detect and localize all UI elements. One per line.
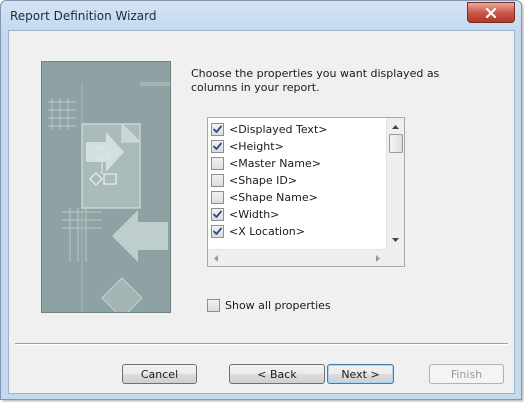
checkmark-icon — [213, 142, 222, 150]
property-label: <X Location> — [229, 225, 305, 238]
wizard-illustration — [41, 61, 171, 313]
property-label: <Displayed Text> — [229, 123, 328, 136]
wizard-client-area: Choose the properties you want displayed… — [8, 30, 515, 394]
property-list-item[interactable]: <X Location> — [208, 223, 384, 240]
instruction-text: Choose the properties you want displayed… — [191, 67, 440, 94]
checkmark-icon — [213, 125, 222, 133]
vertical-scroll-thumb[interactable] — [389, 134, 403, 153]
property-checkbox[interactable] — [211, 174, 224, 187]
property-list-item[interactable]: <Master Name> — [208, 155, 384, 172]
wizard-window: Report Definition Wizard Choose the prop… — [0, 0, 522, 400]
close-icon — [485, 7, 497, 18]
scroll-down-button[interactable] — [387, 232, 404, 247]
footer-separator — [15, 343, 508, 345]
property-label: <Width> — [229, 208, 280, 221]
show-all-properties-label[interactable]: Show all properties — [225, 299, 331, 312]
show-all-properties-checkbox[interactable] — [207, 299, 220, 312]
scroll-left-button[interactable] — [208, 250, 223, 266]
scroll-left-arrow-icon — [213, 255, 218, 262]
wizard-illustration-graphic — [42, 62, 170, 312]
property-list-item[interactable]: <Shape Name> — [208, 189, 384, 206]
property-list-item[interactable]: <Height> — [208, 138, 384, 155]
finish-button[interactable]: Finish — [429, 364, 504, 384]
scroll-right-arrow-icon — [375, 255, 380, 262]
properties-listbox[interactable]: <Displayed Text> <Height> <Master Name> <Sh… — [207, 117, 405, 267]
property-label: <Master Name> — [229, 157, 321, 170]
property-label: <Shape ID> — [229, 174, 298, 187]
property-list-item[interactable]: <Width> — [208, 206, 384, 223]
window-title: Report Definition Wizard — [10, 9, 157, 23]
checkmark-icon — [213, 210, 222, 218]
property-checkbox[interactable] — [211, 191, 224, 204]
title-bar[interactable]: Report Definition Wizard — [1, 1, 521, 31]
next-button[interactable]: Next > — [327, 364, 394, 384]
horizontal-scrollbar[interactable] — [208, 249, 386, 266]
back-button[interactable]: < Back — [229, 364, 325, 384]
scroll-up-button[interactable] — [387, 119, 404, 134]
close-button[interactable] — [467, 2, 515, 23]
cancel-button[interactable]: Cancel — [122, 364, 197, 384]
property-label: <Shape Name> — [229, 191, 318, 204]
property-checkbox[interactable] — [211, 208, 224, 221]
checkmark-icon — [213, 227, 222, 235]
show-all-properties-option[interactable]: Show all properties — [207, 299, 331, 312]
scroll-down-arrow-icon — [392, 237, 399, 242]
property-list-item[interactable]: <Displayed Text> — [208, 121, 384, 138]
property-checkbox[interactable] — [211, 157, 224, 170]
property-checkbox[interactable] — [211, 123, 224, 136]
property-checkbox[interactable] — [211, 140, 224, 153]
property-list-item[interactable]: <Shape ID> — [208, 172, 384, 189]
property-checkbox[interactable] — [211, 225, 224, 238]
scroll-right-button[interactable] — [370, 250, 385, 266]
vertical-scrollbar[interactable] — [386, 118, 404, 249]
scroll-up-arrow-icon — [392, 124, 399, 129]
properties-list: <Displayed Text> <Height> <Master Name> <Sh… — [208, 121, 384, 240]
property-label: <Height> — [229, 140, 284, 153]
scroll-corner — [386, 249, 404, 266]
